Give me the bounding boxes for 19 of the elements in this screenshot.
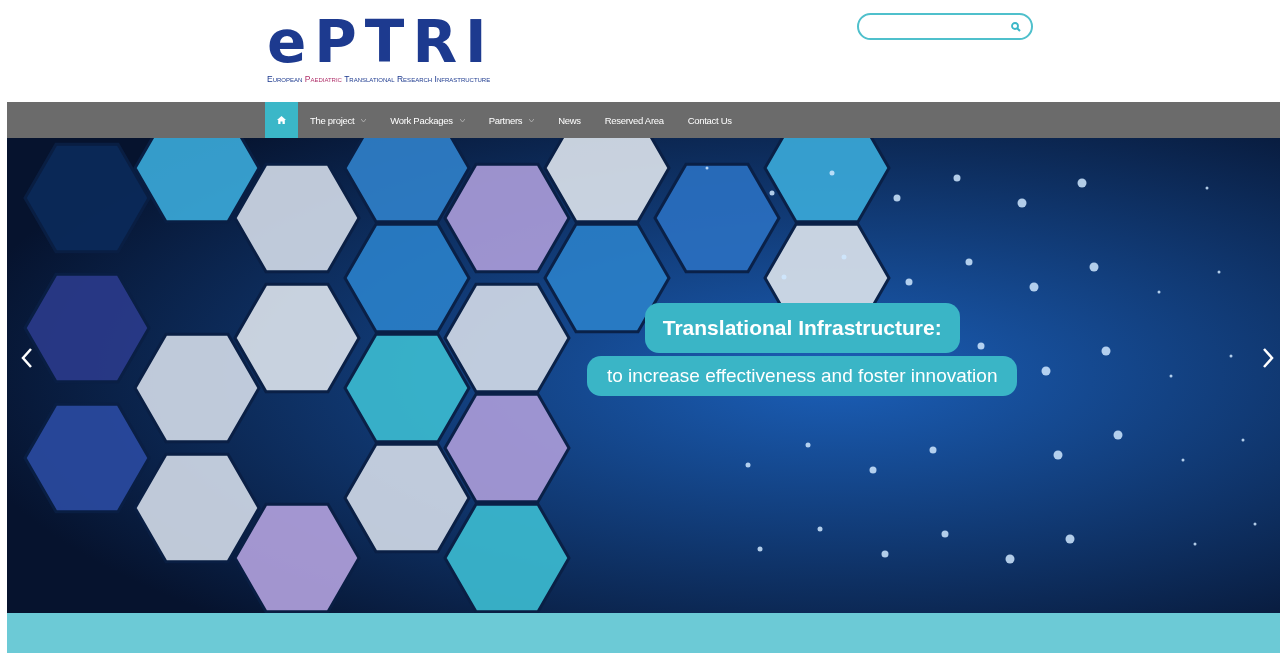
nav-link[interactable]: Contact Us bbox=[675, 102, 744, 138]
search-icon[interactable] bbox=[1011, 21, 1021, 32]
caret-icon bbox=[361, 118, 367, 122]
logo-wordmark[interactable]: ePTRI bbox=[267, 12, 507, 72]
nav-link[interactable]: Work Packages bbox=[378, 102, 477, 138]
chevron-left-icon bbox=[21, 347, 33, 369]
caret-icon bbox=[529, 118, 535, 122]
nav-link[interactable]: News bbox=[546, 102, 593, 138]
nav-link[interactable]: Partners bbox=[476, 102, 547, 138]
home-nav-button[interactable] bbox=[265, 102, 298, 138]
nav-link[interactable]: The project bbox=[298, 102, 379, 138]
search-field[interactable] bbox=[857, 13, 1033, 40]
slide-subtitle: to increase effectiveness and foster innovation bbox=[587, 356, 1018, 396]
chevron-right-icon bbox=[1262, 347, 1274, 369]
nav-link[interactable]: Reserved Area bbox=[592, 102, 676, 138]
home-icon bbox=[277, 116, 286, 124]
caret-icon bbox=[459, 118, 465, 122]
logo-tagline: European Paediatric Translational Research Infrastructure bbox=[267, 74, 492, 84]
slide-title: Translational Infrastructure: bbox=[644, 303, 960, 353]
